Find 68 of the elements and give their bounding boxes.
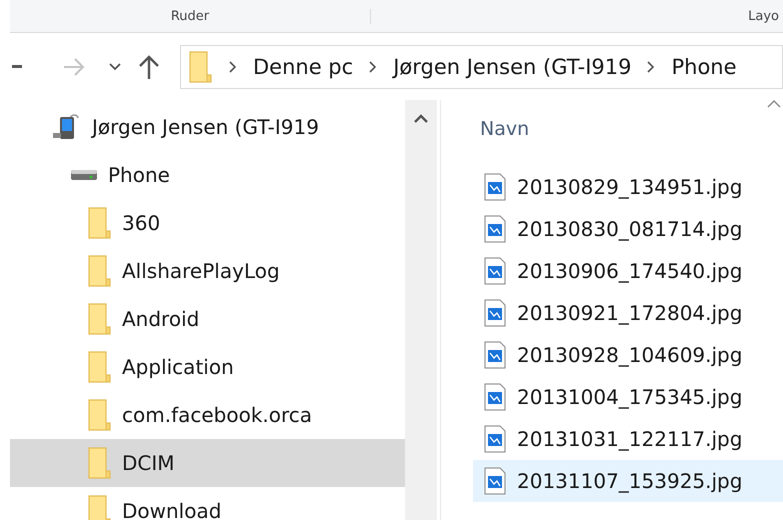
file-name: 20130830_081714.jpg: [517, 217, 742, 241]
file-name: 20131031_122117.jpg: [517, 427, 742, 451]
file-row[interactable]: 20131004_175345.jpg: [473, 376, 783, 418]
sort-chevron-icon: [767, 100, 781, 108]
forward-arrow-icon: [62, 56, 86, 78]
tree-item-label: AllsharePlayLog: [122, 259, 280, 283]
image-file-icon: [484, 341, 506, 369]
drive-icon: [70, 168, 98, 182]
chevron-right-icon: [229, 60, 237, 72]
file-row[interactable]: 20131031_122117.jpg: [473, 418, 783, 460]
folder-icon: [88, 255, 112, 287]
file-name: 20131004_175345.jpg: [517, 385, 742, 409]
tree-item[interactable]: com.facebook.orca: [10, 391, 405, 439]
image-file-icon: [484, 257, 506, 285]
chevron-right-icon: [647, 60, 656, 72]
tree-item-label: com.facebook.orca: [122, 403, 312, 427]
folder-icon: [88, 447, 112, 479]
tree-item[interactable]: AllsharePlayLog: [10, 247, 405, 295]
column-header[interactable]: Navn: [480, 118, 530, 140]
tree-item-label: Download: [122, 499, 222, 520]
chevron-right-icon: [369, 60, 378, 72]
file-name: 20130906_174540.jpg: [517, 259, 742, 283]
breadcrumb[interactable]: Phone: [671, 54, 737, 78]
tree-item[interactable]: Android: [10, 295, 405, 343]
tree-item-label: 360: [122, 211, 160, 235]
file-name: 20130928_104609.jpg: [517, 343, 742, 367]
tree-item[interactable]: Phone: [10, 151, 405, 199]
breadcrumb[interactable]: Denne pc: [253, 54, 354, 78]
tree-item[interactable]: 360: [10, 199, 405, 247]
tree-item[interactable]: Jørgen Jensen (GT-I919: [10, 103, 405, 151]
folder-icon: [189, 50, 213, 82]
folder-icon: [88, 495, 112, 520]
file-name: 20130921_172804.jpg: [517, 301, 742, 325]
image-file-icon: [484, 215, 506, 243]
ribbon-group-label: Ruder: [170, 8, 210, 24]
folder-icon: [88, 351, 112, 383]
scrollbar[interactable]: [405, 100, 437, 520]
tree-item[interactable]: Download: [10, 487, 405, 520]
folder-icon: [88, 207, 112, 239]
ribbon-group-label: Layo: [370, 8, 783, 24]
image-file-icon: [484, 299, 506, 327]
scroll-up-icon: [414, 114, 428, 123]
tree-item[interactable]: Application: [10, 343, 405, 391]
file-row[interactable]: 20130921_172804.jpg: [473, 292, 783, 334]
breadcrumb[interactable]: Jørgen Jensen (GT-I919: [393, 54, 632, 78]
tree-item-label: Phone: [108, 163, 170, 187]
tree-item-label: Application: [122, 355, 234, 379]
image-file-icon: [484, 173, 506, 201]
file-row[interactable]: 20130928_104609.jpg: [473, 334, 783, 376]
image-file-icon: [484, 425, 506, 453]
up-arrow-icon: [137, 54, 161, 80]
back-icon: [12, 64, 22, 68]
chevron-down-icon: [109, 62, 121, 70]
file-row[interactable]: 20130906_174540.jpg: [473, 250, 783, 292]
tree-item[interactable]: DCIM: [10, 439, 405, 487]
address-bar[interactable]: Denne pc Jørgen Jensen (GT-I919 Phone: [180, 44, 783, 88]
file-row[interactable]: 20131107_153925.jpg: [473, 460, 783, 502]
image-file-icon: [484, 467, 506, 495]
tree-item-label: Android: [122, 307, 200, 331]
folder-icon: [88, 399, 112, 431]
folder-icon: [88, 303, 112, 335]
file-name: 20131107_153925.jpg: [517, 469, 742, 493]
file-name: 20130829_134951.jpg: [517, 175, 742, 199]
tree-item-label: Jørgen Jensen (GT-I919: [92, 115, 319, 139]
file-row[interactable]: 20130829_134951.jpg: [473, 166, 783, 208]
image-file-icon: [484, 383, 506, 411]
file-row[interactable]: 20130830_081714.jpg: [473, 208, 783, 250]
tree-item-label: DCIM: [122, 451, 175, 475]
